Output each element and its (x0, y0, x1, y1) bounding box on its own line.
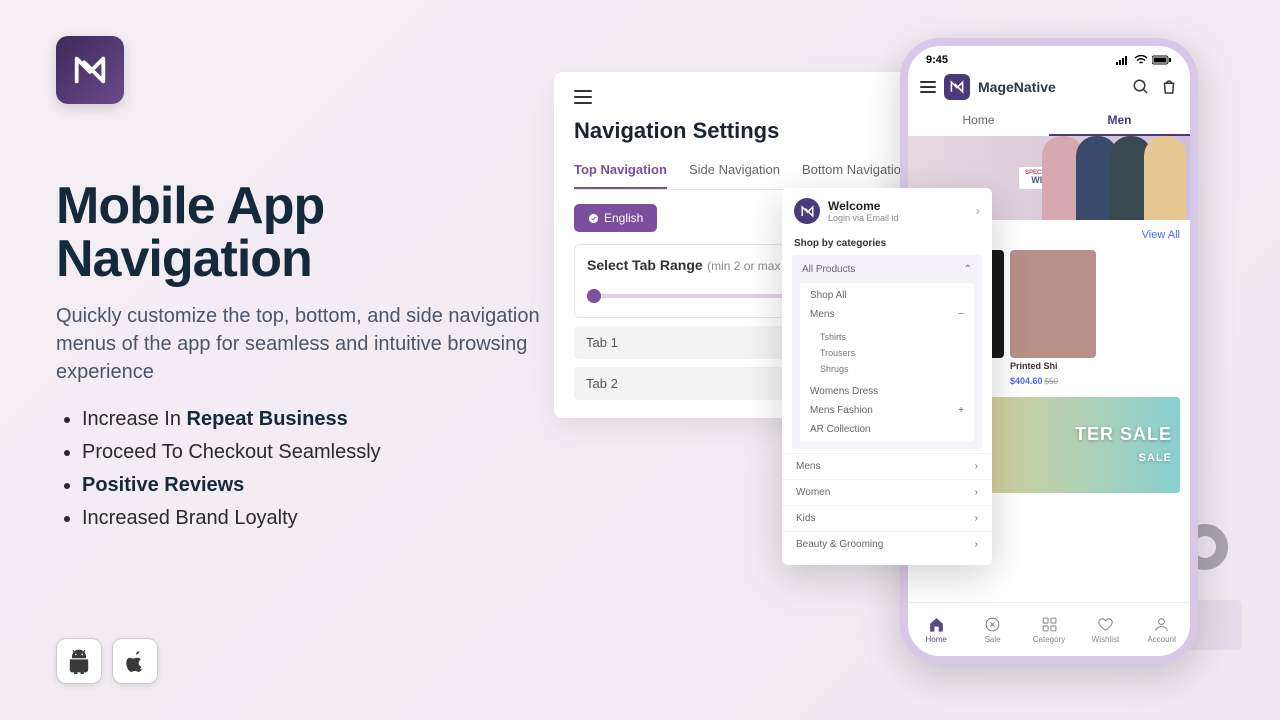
product-image (1010, 250, 1096, 358)
app-brand-name: MageNative (978, 79, 1124, 95)
product-card[interactable]: Printed Shi $404.60$50 (1010, 250, 1096, 389)
chevron-right-icon: › (975, 539, 978, 550)
bag-icon[interactable] (1160, 78, 1178, 96)
subcategory-womens-dress[interactable]: Womens Dress (800, 382, 974, 401)
bottom-tab-category[interactable]: Category (1021, 603, 1077, 656)
tab-men[interactable]: Men (1049, 106, 1190, 136)
minus-icon: − (958, 309, 964, 320)
drawer-item-mens[interactable]: Mens› (782, 453, 992, 479)
drawer-item-kids[interactable]: Kids› (782, 505, 992, 531)
search-icon[interactable] (1132, 78, 1150, 96)
tab-top-navigation[interactable]: Top Navigation (574, 156, 667, 189)
drawer-logo-icon (794, 198, 820, 224)
bullet-item: Positive Reviews (82, 474, 556, 497)
category-all-products[interactable]: All Products⌃ (792, 259, 982, 280)
app-header: MageNative (908, 68, 1190, 106)
bottom-tab-account[interactable]: Account (1134, 603, 1190, 656)
banner-people-illustration (1050, 136, 1190, 220)
chevron-right-icon: › (975, 461, 978, 472)
apple-icon (112, 638, 158, 684)
hamburger-icon[interactable] (920, 81, 936, 93)
hero-bullets: Increase In Repeat Business Proceed To C… (56, 408, 556, 530)
signal-icon (1116, 55, 1130, 65)
bullet-item: Increased Brand Loyalty (82, 507, 556, 530)
drawer-section-label: Shop by categories (782, 234, 992, 251)
settings-title: Navigation Settings (574, 118, 914, 144)
chevron-right-icon: › (976, 204, 980, 218)
hamburger-icon[interactable] (574, 90, 592, 104)
subsub-trousers[interactable]: Trousers (806, 345, 968, 361)
subsub-tshirts[interactable]: Tshirts (806, 329, 968, 345)
bullet-item: Proceed To Checkout Seamlessly (82, 441, 556, 464)
tab-home[interactable]: Home (908, 106, 1049, 136)
check-badge-icon (588, 213, 599, 224)
bullet-item: Increase In Repeat Business (82, 408, 556, 431)
side-navigation-drawer: Welcome Login via Email id › Shop by cat… (782, 188, 992, 565)
view-all-link[interactable]: View All (1142, 229, 1180, 241)
subsub-shrugs[interactable]: Shrugs (806, 361, 968, 377)
tab-side-navigation[interactable]: Side Navigation (689, 156, 780, 189)
subcategory-ar-collection[interactable]: AR Collection (800, 420, 974, 439)
settings-nav-tabs: Top Navigation Side Navigation Bottom Na… (574, 156, 914, 190)
drawer-item-beauty[interactable]: Beauty & Grooming› (782, 531, 992, 557)
app-logo-icon (944, 74, 970, 100)
chevron-right-icon: › (975, 513, 978, 524)
hero-copy: Mobile AppNavigation Quickly customize t… (56, 180, 556, 540)
bottom-tab-sale[interactable]: Sale (964, 603, 1020, 656)
battery-icon (1152, 55, 1172, 65)
subcategory-mens[interactable]: Mens− (800, 305, 974, 324)
bottom-tab-wishlist[interactable]: Wishlist (1077, 603, 1133, 656)
wifi-icon (1134, 55, 1148, 65)
language-button[interactable]: English (574, 204, 657, 232)
platform-badges (56, 638, 158, 684)
status-bar: 9:45 (908, 46, 1190, 68)
bottom-tab-home[interactable]: Home (908, 603, 964, 656)
hero-description: Quickly customize the top, bottom, and s… (56, 302, 556, 386)
status-time: 9:45 (926, 54, 948, 66)
chevron-right-icon: › (975, 487, 978, 498)
subcategory-mens-fashion[interactable]: Mens Fashion+ (800, 401, 974, 420)
plus-icon: + (958, 405, 964, 416)
drawer-item-women[interactable]: Women› (782, 479, 992, 505)
range-label: Select Tab Range (587, 257, 703, 273)
page-title: Mobile AppNavigation (56, 180, 556, 286)
subcategory-shop-all[interactable]: Shop All (800, 286, 974, 305)
tab-bottom-navigation[interactable]: Bottom Navigation (802, 156, 908, 189)
chevron-up-icon: ⌃ (964, 264, 972, 275)
category-tabs: Home Men (908, 106, 1190, 136)
bottom-tab-bar: Home Sale Category Wishlist Account (908, 602, 1190, 656)
android-icon (56, 638, 102, 684)
category-tree: All Products⌃ Shop All Mens− Tshirts Tro… (792, 255, 982, 449)
drawer-welcome[interactable]: Welcome Login via Email id › (782, 188, 992, 234)
brand-logo (56, 36, 124, 104)
